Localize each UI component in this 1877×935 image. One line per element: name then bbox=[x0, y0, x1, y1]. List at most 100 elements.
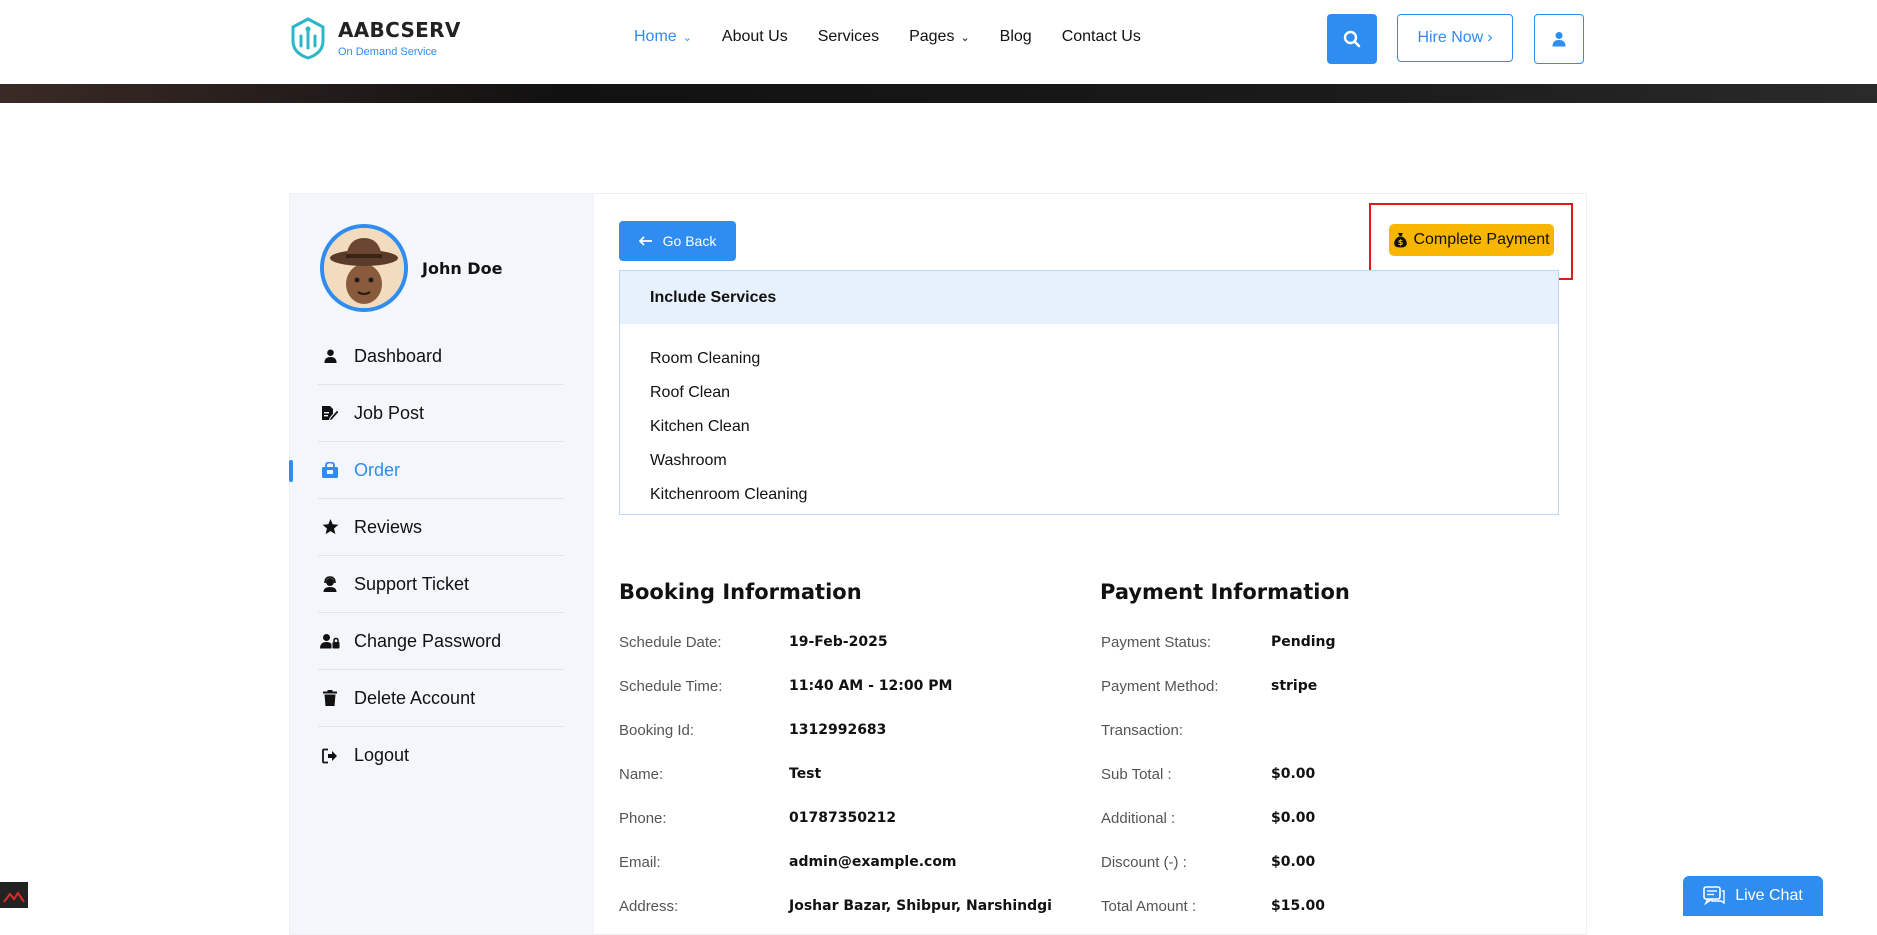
profile-name: John Doe bbox=[422, 258, 503, 278]
brand-tagline: On Demand Service bbox=[338, 46, 438, 58]
booking-row-label: Phone: bbox=[619, 810, 667, 827]
sidebar-item-label: Reviews bbox=[354, 516, 423, 537]
corner-widget[interactable] bbox=[0, 882, 28, 908]
payment-row: Transaction: bbox=[1101, 722, 1271, 739]
sidebar-item-label: Order bbox=[354, 459, 401, 480]
chevron-down-icon: ⌄ bbox=[682, 31, 692, 44]
logout-icon bbox=[320, 746, 340, 766]
sidebar-item-reviews[interactable]: Reviews bbox=[318, 499, 564, 556]
payment-row-label: Payment Status: bbox=[1101, 634, 1212, 651]
payment-row-value: $0.00 bbox=[1271, 810, 1316, 826]
booking-row: Phone: 01787350212 bbox=[619, 810, 896, 827]
sidebar-item-dashboard[interactable]: Dashboard bbox=[318, 328, 564, 385]
sidebar-item-label: Change Password bbox=[354, 630, 502, 651]
booking-row: Schedule Date: 19-Feb-2025 bbox=[619, 634, 888, 651]
star-icon bbox=[320, 517, 340, 537]
user-account-button[interactable] bbox=[1534, 14, 1584, 64]
booking-row: Email: admin@example.com bbox=[619, 854, 957, 871]
payment-row-value: Pending bbox=[1271, 634, 1336, 650]
live-chat-button[interactable]: Live Chat bbox=[1683, 876, 1823, 916]
complete-payment-label: Complete Payment bbox=[1413, 231, 1550, 248]
brand-name: AABCSERV bbox=[338, 18, 461, 42]
site-header: AABCSERV On Demand Service Home ⌄ About … bbox=[0, 0, 1877, 84]
booking-row-value: 19-Feb-2025 bbox=[789, 634, 888, 650]
sidebar-item-support-ticket[interactable]: Support Ticket bbox=[318, 556, 564, 613]
booking-row-value: 01787350212 bbox=[789, 810, 897, 826]
list-item: Kitchenroom Cleaning bbox=[650, 486, 808, 503]
payment-row: Additional : $0.00 bbox=[1101, 810, 1315, 827]
list-item: Roof Clean bbox=[650, 384, 731, 401]
hire-now-button[interactable]: Hire Now › bbox=[1397, 14, 1513, 62]
nav-home[interactable]: Home ⌄ bbox=[634, 28, 692, 46]
nav-pages-label: Pages bbox=[909, 28, 955, 45]
nav-blog[interactable]: Blog bbox=[1000, 28, 1032, 46]
complete-payment-button[interactable]: $ Complete Payment bbox=[1389, 224, 1554, 256]
booking-row-label: Address: bbox=[619, 898, 679, 915]
user-lock-icon bbox=[320, 631, 340, 651]
search-icon bbox=[1343, 30, 1361, 48]
avatar-image bbox=[324, 228, 404, 308]
sidebar-item-label: Logout bbox=[354, 745, 410, 765]
booking-row: Booking Id: 1312992683 bbox=[619, 722, 886, 739]
payment-row: Payment Status: Pending bbox=[1101, 634, 1336, 651]
payment-row-value: $15.00 bbox=[1271, 898, 1326, 914]
logo-mark-icon bbox=[291, 17, 325, 60]
sidebar-item-label: Job Post bbox=[354, 402, 425, 423]
list-item: Kitchen Clean bbox=[650, 418, 750, 435]
nav-blog-label: Blog bbox=[999, 28, 1032, 45]
services-title: Include Services bbox=[620, 271, 1558, 324]
sidebar-item-label: Delete Account bbox=[354, 687, 476, 708]
payment-row-label: Total Amount : bbox=[1101, 898, 1197, 915]
booking-row-value: 11:40 AM - 12:00 PM bbox=[789, 678, 953, 694]
sidebar-item-label: Support Ticket bbox=[354, 573, 470, 594]
go-back-button[interactable]: Go Back bbox=[619, 221, 736, 261]
user-icon bbox=[1552, 32, 1566, 47]
avatar[interactable] bbox=[320, 224, 408, 312]
booking-row: Schedule Time: 11:40 AM - 12:00 PM bbox=[619, 678, 952, 695]
booking-row-label: Schedule Time: bbox=[619, 678, 723, 695]
nav-contact-us[interactable]: Contact Us bbox=[1062, 28, 1141, 46]
payment-row-label: Discount (-) : bbox=[1101, 854, 1187, 871]
booking-row-value: Joshar Bazar, Shibpur, Narshindgi bbox=[789, 898, 1052, 914]
booking-row-label: Schedule Date: bbox=[619, 634, 722, 651]
payment-row: Total Amount : $15.00 bbox=[1101, 898, 1325, 915]
booking-info-title: Booking Information bbox=[619, 580, 862, 604]
search-button[interactable] bbox=[1327, 14, 1377, 64]
sidebar-menu: Dashboard Job Post Order Reviews Support… bbox=[289, 328, 564, 784]
list-item: Washroom bbox=[650, 452, 727, 469]
svg-text:$: $ bbox=[1398, 238, 1404, 247]
user-icon bbox=[320, 346, 340, 366]
sidebar-item-job-post[interactable]: Job Post bbox=[318, 385, 564, 442]
bug-icon bbox=[3, 891, 25, 903]
headset-icon bbox=[320, 574, 340, 594]
shopping-bag-icon bbox=[320, 460, 340, 480]
payment-row-label: Payment Method: bbox=[1101, 678, 1219, 695]
nav-pages[interactable]: Pages ⌄ bbox=[909, 28, 970, 46]
payment-row-label: Sub Total : bbox=[1101, 766, 1172, 783]
main-nav: Home ⌄ About Us Services Pages ⌄ Blog Co… bbox=[634, 28, 1141, 46]
payment-row-label: Additional : bbox=[1101, 810, 1176, 827]
nav-services[interactable]: Services bbox=[818, 28, 879, 46]
sidebar-item-logout[interactable]: Logout bbox=[318, 727, 564, 784]
booking-row-value: 1312992683 bbox=[789, 722, 887, 738]
sidebar-item-delete-account[interactable]: Delete Account bbox=[318, 670, 564, 727]
nav-about-us[interactable]: About Us bbox=[722, 28, 788, 46]
chat-icon bbox=[1703, 886, 1725, 906]
booking-row-label: Name: bbox=[619, 766, 664, 783]
include-services-panel: Include Services Room Cleaning Roof Clea… bbox=[619, 270, 1559, 515]
nav-contact-label: Contact Us bbox=[1061, 28, 1141, 45]
edit-file-icon bbox=[320, 403, 340, 423]
payment-row: Payment Method: stripe bbox=[1101, 678, 1317, 695]
payment-row-value: $0.00 bbox=[1271, 766, 1316, 782]
arrow-left-icon bbox=[638, 236, 652, 246]
chevron-down-icon: ⌄ bbox=[960, 31, 970, 44]
profile-summary: John Doe bbox=[320, 224, 502, 312]
booking-row-value: admin@example.com bbox=[789, 854, 957, 870]
services-list: Room Cleaning Roof Clean Kitchen Clean W… bbox=[620, 324, 1558, 512]
sidebar-item-change-password[interactable]: Change Password bbox=[318, 613, 564, 670]
nav-home-label: Home bbox=[634, 28, 677, 45]
page-banner bbox=[0, 84, 1877, 103]
booking-row-label: Booking Id: bbox=[619, 722, 695, 739]
brand-logo[interactable]: AABCSERV On Demand Service bbox=[288, 16, 461, 60]
sidebar-item-order[interactable]: Order bbox=[289, 442, 564, 499]
